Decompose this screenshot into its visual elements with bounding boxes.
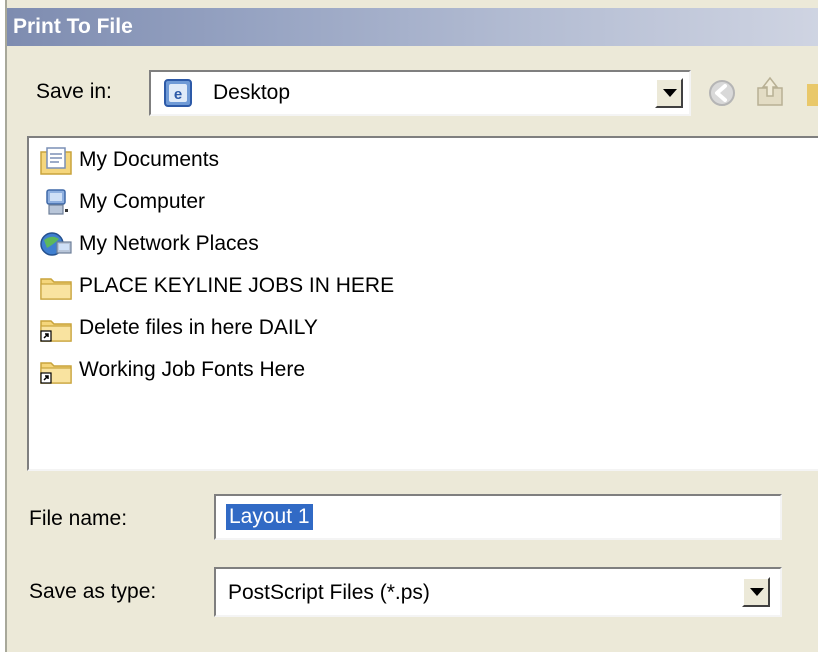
folder-icon	[40, 278, 72, 300]
save-in-label: Save in:	[36, 80, 112, 103]
save-as-type-dropdown-arrow[interactable]	[742, 577, 770, 607]
file-list[interactable]: My Documents My Computer My Network Plac…	[27, 136, 818, 471]
print-to-file-dialog: Print To File Save in: e Desktop My Docu…	[5, 0, 818, 652]
save-as-type-label: Save as type:	[29, 580, 157, 603]
folder-shortcut-icon	[40, 362, 72, 384]
file-name-input[interactable]: Layout 1	[214, 494, 782, 540]
save-in-dropdown-arrow[interactable]	[655, 78, 683, 108]
new-folder-icon[interactable]	[807, 84, 818, 106]
up-folder-icon[interactable]	[755, 76, 785, 108]
svg-text:e: e	[174, 86, 182, 103]
file-name-label: File name:	[29, 507, 128, 530]
my-computer-icon	[46, 189, 68, 215]
back-icon[interactable]	[707, 78, 737, 108]
desktop-icon: e	[164, 79, 192, 107]
save-as-type-value: PostScript Files (*.ps)	[228, 581, 430, 604]
save-as-type-dropdown[interactable]: PostScript Files (*.ps)	[214, 567, 782, 617]
network-places-icon	[40, 232, 72, 256]
my-documents-icon	[40, 147, 72, 175]
title-bar[interactable]: Print To File	[7, 8, 818, 46]
save-in-dropdown[interactable]: e Desktop	[149, 70, 691, 116]
file-item-label: My Documents	[79, 148, 220, 171]
file-item-label: My Network Places	[79, 232, 259, 255]
file-item-label: Working Job Fonts Here	[79, 358, 306, 381]
window-title: Print To File	[13, 15, 133, 38]
file-item-label: PLACE KEYLINE JOBS IN HERE	[79, 274, 395, 297]
file-item-label: Delete files in here DAILY	[79, 316, 318, 339]
file-name-value: Layout 1	[226, 504, 313, 530]
save-in-value: Desktop	[213, 81, 291, 104]
file-item-label: My Computer	[79, 190, 206, 213]
folder-shortcut-icon	[40, 320, 72, 342]
